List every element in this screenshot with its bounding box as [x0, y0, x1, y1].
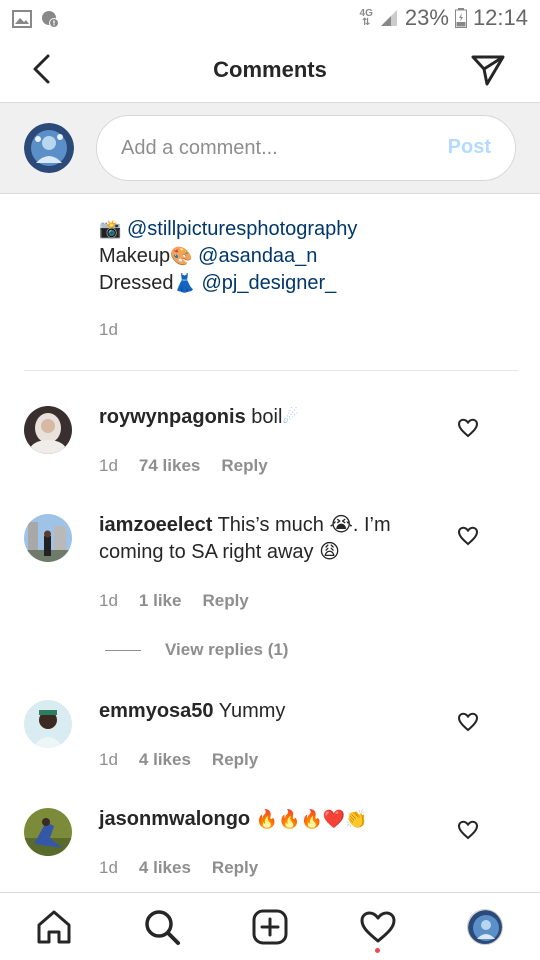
- dress-emoji: 👗: [173, 273, 196, 294]
- network-type: 4G ⇅: [359, 8, 373, 28]
- divider: [105, 649, 141, 651]
- comment-meta: 1d 74 likes Reply: [99, 456, 268, 476]
- avatar-image: [24, 406, 72, 454]
- avatar-image: [24, 123, 74, 173]
- profile-avatar: [468, 910, 502, 944]
- home-icon: [37, 910, 71, 944]
- comment-likes[interactable]: 74 likes: [139, 456, 200, 476]
- signal-icon: [380, 10, 397, 26]
- comment-likes[interactable]: 1 like: [139, 591, 182, 611]
- comment-likes[interactable]: 4 likes: [139, 858, 191, 878]
- comment-text: Yummy: [218, 700, 286, 722]
- comment-timestamp: 1d: [99, 858, 118, 877]
- comment-meta: 1d 4 likes Reply: [99, 858, 258, 878]
- heart-outline-icon[interactable]: [456, 524, 480, 548]
- avatar[interactable]: [24, 514, 72, 562]
- view-replies-label: View replies (1): [165, 640, 289, 659]
- avatar[interactable]: [24, 406, 72, 454]
- comment-timestamp: 1d: [99, 456, 118, 475]
- reply-button[interactable]: Reply: [212, 858, 258, 878]
- avatar[interactable]: [24, 808, 72, 856]
- activity-heart-icon: [360, 911, 396, 943]
- comment-body: iamzoeelect This’s much 😭. I’m coming to…: [99, 512, 444, 566]
- paper-plane-icon: [471, 55, 505, 86]
- avatar-image: [24, 808, 72, 856]
- comment-username[interactable]: iamzoeelect: [99, 514, 212, 536]
- reply-button[interactable]: Reply: [212, 750, 258, 770]
- image-notification-icon: [12, 10, 32, 28]
- search-icon: [145, 910, 180, 945]
- header: Comments: [0, 38, 540, 102]
- mention-link[interactable]: @stillpicturesphotography: [127, 218, 357, 240]
- bottom-navigation: [0, 892, 540, 960]
- page-title: Comments: [213, 57, 327, 82]
- comment-username[interactable]: roywynpagonis: [99, 406, 246, 428]
- post-button[interactable]: Post: [448, 136, 491, 159]
- add-post-icon: [252, 909, 288, 945]
- avatar[interactable]: [24, 700, 72, 748]
- mention-link[interactable]: @asandaa_n: [198, 245, 317, 267]
- battery-percent: 23%: [404, 5, 449, 30]
- comment-likes[interactable]: 4 likes: [139, 750, 191, 770]
- comment-composer: Post: [0, 102, 540, 194]
- view-replies-button[interactable]: View replies (1): [105, 640, 288, 660]
- caption-timestamp: 1d: [99, 320, 118, 339]
- comet-emoji: ☄: [282, 407, 299, 428]
- caption-text: Makeup: [99, 245, 171, 267]
- avatar-image: [24, 514, 72, 562]
- status-notifications: [12, 9, 60, 29]
- divider: [24, 370, 518, 371]
- status-bar: 4G ⇅ 23% 12:14: [0, 0, 540, 38]
- comment-meta: 1d 4 likes Reply: [99, 750, 258, 770]
- post-caption: 📸 @stillpicturesphotography Makeup🎨 @asa…: [99, 216, 357, 297]
- comment-timestamp: 1d: [99, 750, 118, 769]
- comment-text: boil: [251, 406, 283, 428]
- nav-search[interactable]: [142, 907, 182, 947]
- network-label: 4G: [359, 8, 373, 19]
- reply-button[interactable]: Reply: [221, 456, 267, 476]
- settings-notification-icon: [42, 11, 59, 28]
- nav-new-post[interactable]: [250, 907, 290, 947]
- comment-body: emmyosa50 Yummy: [99, 698, 444, 725]
- comment-body: roywynpagonis boil☄: [99, 404, 444, 431]
- camera-emoji: 📸: [99, 219, 122, 240]
- heart-outline-icon[interactable]: [456, 818, 480, 842]
- heart-outline-icon[interactable]: [456, 416, 480, 440]
- comment-username[interactable]: jasonmwalongo: [99, 808, 250, 830]
- nav-home[interactable]: [34, 907, 74, 947]
- avatar-image: [24, 700, 72, 748]
- caption-line: Makeup🎨 @asandaa_n: [99, 243, 357, 270]
- comment-timestamp: 1d: [99, 591, 118, 610]
- caption-line: 📸 @stillpicturesphotography: [99, 216, 357, 243]
- mention-link[interactable]: @pj_designer_: [201, 272, 336, 294]
- caption-line: Dressed👗 @pj_designer_: [99, 270, 357, 297]
- comment-username[interactable]: emmyosa50: [99, 700, 214, 722]
- notification-dot: [375, 948, 380, 953]
- battery-icon: [454, 8, 467, 28]
- caption-text: Dressed: [99, 272, 174, 294]
- comment-box: Post: [96, 115, 516, 181]
- comment-meta: 1d 1 like Reply: [99, 591, 249, 611]
- comment-input[interactable]: [121, 116, 421, 180]
- comment-body: jasonmwalongo 🔥🔥🔥❤️👏: [99, 806, 444, 833]
- status-indicators: 4G ⇅ 23% 12:14: [360, 5, 528, 31]
- heart-outline-icon[interactable]: [456, 710, 480, 734]
- nav-activity[interactable]: [358, 907, 398, 947]
- clock: 12:14: [472, 5, 528, 30]
- reply-button[interactable]: Reply: [202, 591, 248, 611]
- avatar: [24, 123, 74, 173]
- nav-profile[interactable]: [467, 909, 503, 945]
- comment-text: 🔥🔥🔥❤️👏: [255, 809, 368, 830]
- share-button[interactable]: [470, 52, 506, 88]
- palette-emoji: 🎨: [170, 246, 193, 267]
